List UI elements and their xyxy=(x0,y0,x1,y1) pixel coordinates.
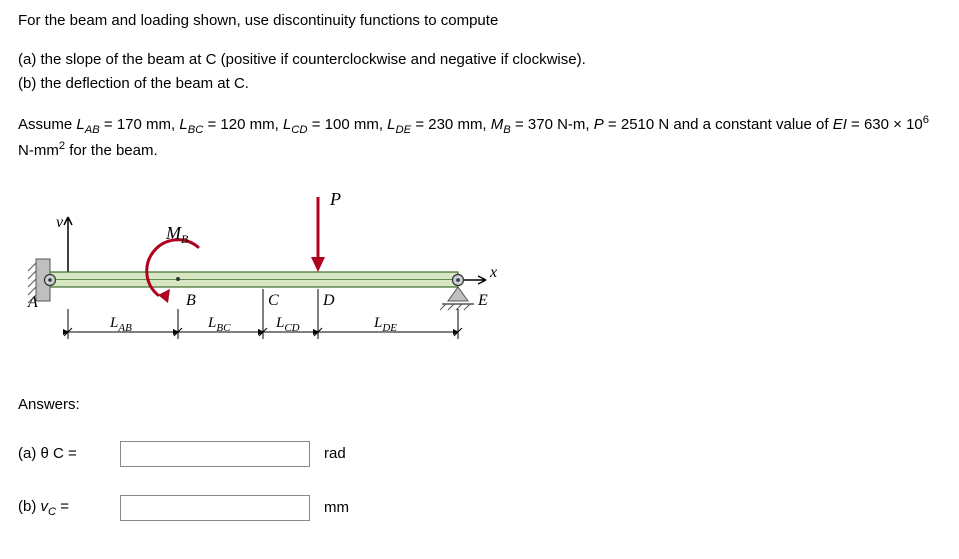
dim-lab: LAB xyxy=(109,315,132,334)
point-d-label: D xyxy=(322,292,335,309)
point-b-label: B xyxy=(186,292,196,309)
theta-c-input[interactable] xyxy=(120,441,310,467)
answer-b-label: (b) vC = xyxy=(18,498,110,518)
dim-lbc: LBC xyxy=(207,315,231,334)
intro-line: For the beam and loading shown, use disc… xyxy=(18,10,941,33)
part-b-line: (b) the deflection of the beam at C. xyxy=(18,73,941,96)
assume-line: Assume LAB = 170 mm, LBC = 120 mm, LCD =… xyxy=(18,112,941,163)
answer-a-label: (a) θ C = xyxy=(18,445,110,462)
axis-x-label: x xyxy=(489,264,497,281)
axis-v-label: v xyxy=(56,214,64,231)
beam-figure: v x xyxy=(18,177,941,376)
point-a-label: A xyxy=(27,294,38,311)
answer-row-b: (b) vC = mm xyxy=(18,495,941,521)
moment-label: MB xyxy=(165,223,189,246)
answer-a-unit: rad xyxy=(324,445,346,462)
answer-b-unit: mm xyxy=(324,499,349,516)
dim-lde: LDE xyxy=(373,315,397,334)
point-c-label: C xyxy=(268,292,279,309)
answers-header: Answers: xyxy=(18,396,941,413)
part-a-line: (a) the slope of the beam at C (positive… xyxy=(18,49,941,72)
problem-statement: For the beam and loading shown, use disc… xyxy=(18,10,941,163)
load-p-label: P xyxy=(329,189,341,209)
dim-lcd: LCD xyxy=(275,315,300,334)
answer-row-a: (a) θ C = rad xyxy=(18,441,941,467)
point-e-label: E xyxy=(477,292,488,309)
beam-svg: v x xyxy=(18,177,498,372)
v-c-input[interactable] xyxy=(120,495,310,521)
